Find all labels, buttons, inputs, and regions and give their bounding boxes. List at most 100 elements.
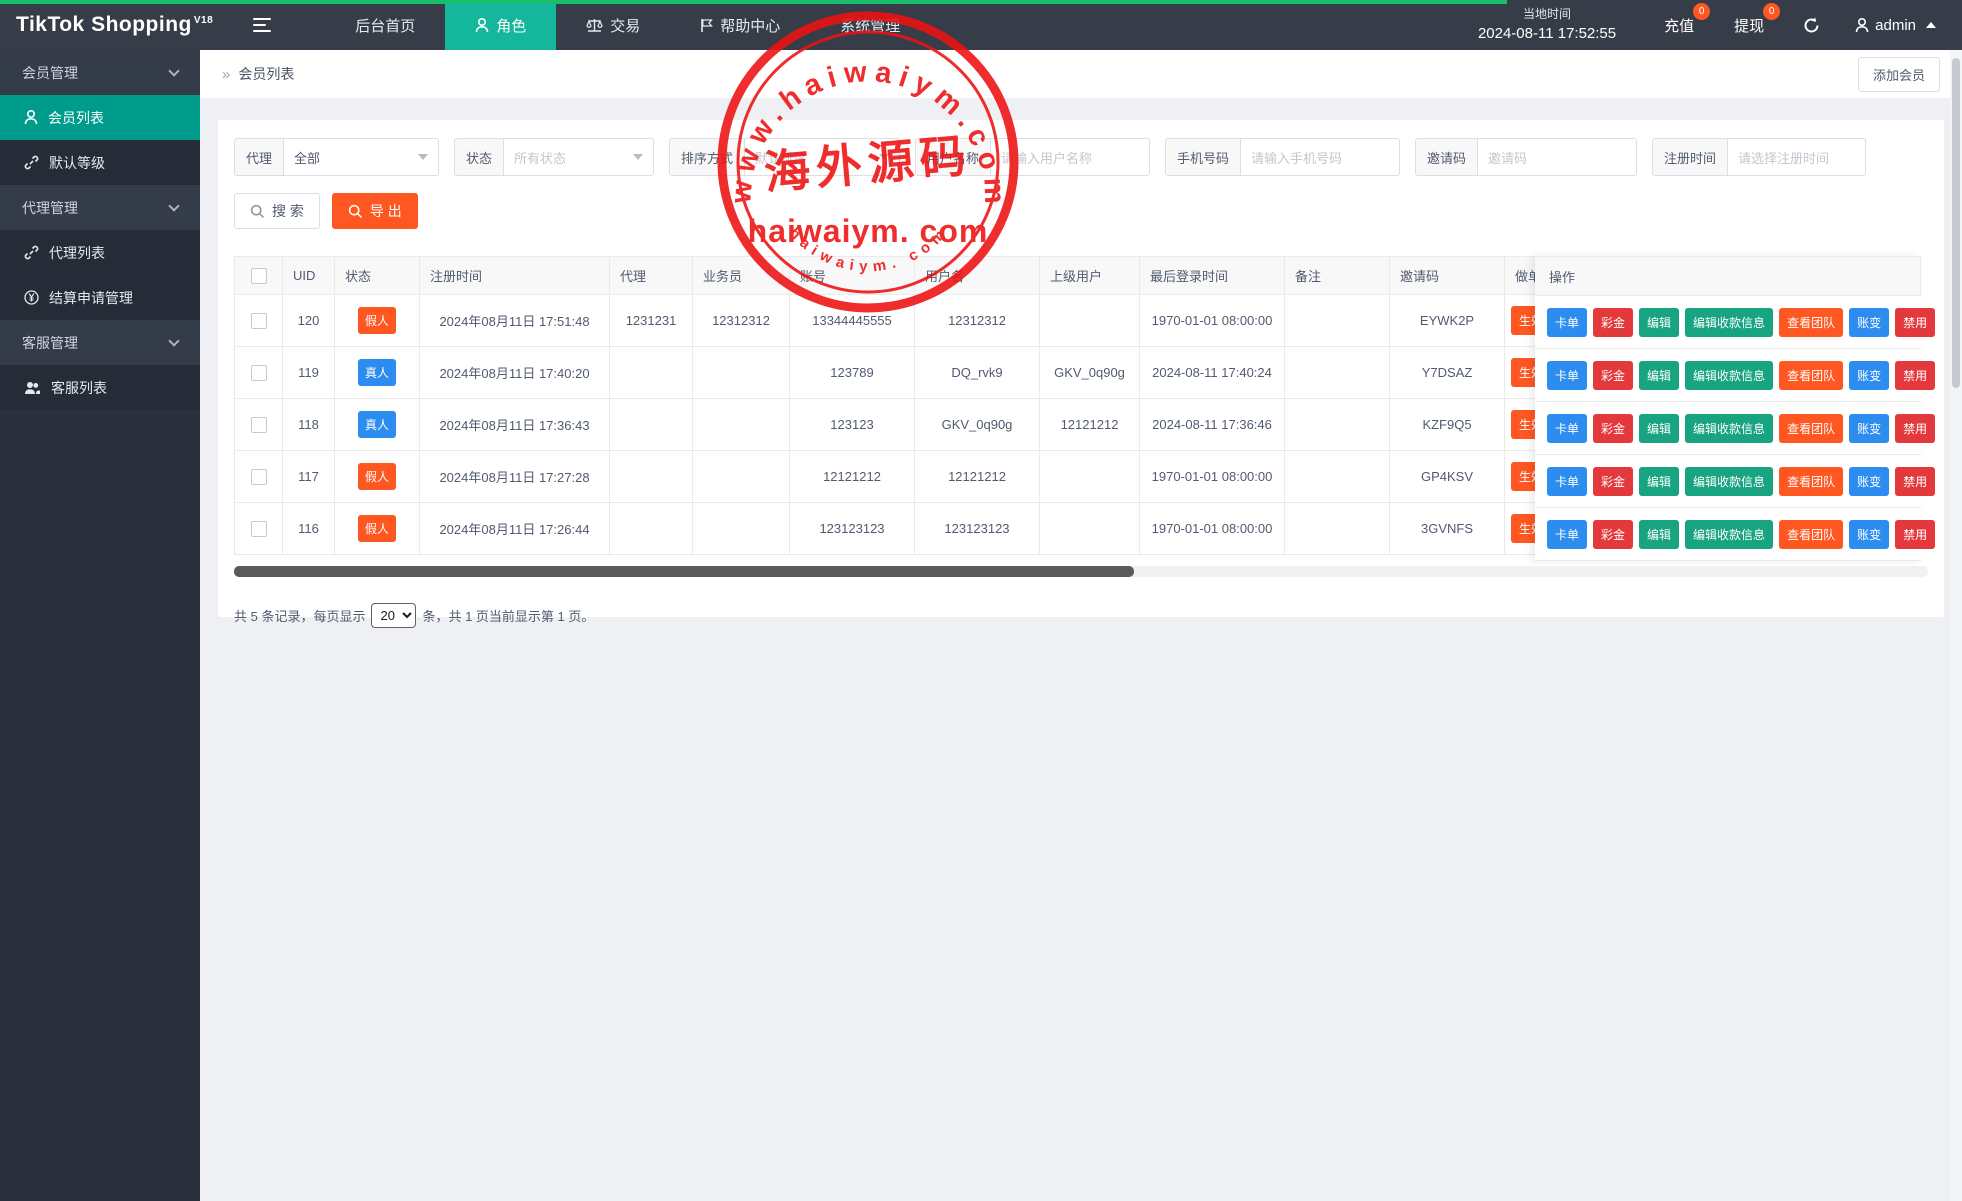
op-查看团队-button[interactable]: 查看团队 (1779, 414, 1843, 443)
row-checkbox[interactable] (251, 365, 267, 381)
op-编辑-button[interactable]: 编辑 (1639, 414, 1679, 443)
nav-item-system[interactable]: 系统管理 (810, 0, 930, 50)
horizontal-scrollbar-thumb[interactable] (234, 566, 1134, 577)
op-账变-button[interactable]: 账变 (1849, 467, 1889, 496)
pagination: 共 5 条记录，每页显示 20 条，共 1 页当前显示第 1 页。 (218, 577, 1944, 628)
op-编辑收款信息-button[interactable]: 编辑收款信息 (1685, 361, 1773, 390)
op-禁用-button[interactable]: 禁用 (1895, 308, 1935, 337)
add-member-button[interactable]: 添加会员 (1858, 57, 1940, 92)
op-查看团队-button[interactable]: 查看团队 (1779, 467, 1843, 496)
status-badge: 假人 (358, 515, 396, 542)
nav-item-help-center[interactable]: 帮助中心 (670, 0, 810, 50)
op-彩金-button[interactable]: 彩金 (1593, 467, 1633, 496)
op-账变-button[interactable]: 账变 (1849, 414, 1889, 443)
content-card: 代理 全部 状态 所有状态 排序方式 默认排序 用户名称 请输入用户名称 手机号… (218, 120, 1944, 617)
invite-code-cell: KZF9Q5 (1390, 399, 1505, 451)
sidebar-group-agent[interactable]: 代理管理 (0, 185, 200, 230)
row-checkbox[interactable] (251, 417, 267, 433)
reg-time-cell: 2024年08月11日 17:27:28 (420, 451, 610, 503)
op-查看团队-button[interactable]: 查看团队 (1779, 361, 1843, 390)
phone-input[interactable]: 请输入手机号码 (1240, 138, 1400, 176)
agent-select[interactable]: 全部 (283, 138, 439, 176)
agent-cell: 1231231 (610, 295, 693, 347)
op-账变-button[interactable]: 账变 (1849, 308, 1889, 337)
search-icon (348, 204, 363, 219)
op-编辑收款信息-button[interactable]: 编辑收款信息 (1685, 414, 1773, 443)
breadcrumb-bar: » 会员列表 添加会员 (200, 50, 1962, 98)
op-彩金-button[interactable]: 彩金 (1593, 308, 1633, 337)
op-禁用-button[interactable]: 禁用 (1895, 467, 1935, 496)
menu-toggle-icon[interactable] (239, 0, 285, 50)
op-账变-button[interactable]: 账变 (1849, 520, 1889, 549)
op-卡单-button[interactable]: 卡单 (1547, 520, 1587, 549)
op-编辑收款信息-button[interactable]: 编辑收款信息 (1685, 520, 1773, 549)
op-查看团队-button[interactable]: 查看团队 (1779, 308, 1843, 337)
invite-code-input[interactable]: 邀请码 (1477, 138, 1637, 176)
remark-cell (1285, 399, 1390, 451)
sidebar-item-default-level[interactable]: 默认等级 (0, 140, 200, 185)
salesman-cell (693, 347, 790, 399)
op-禁用-button[interactable]: 禁用 (1895, 361, 1935, 390)
salesman-cell (693, 503, 790, 555)
op-彩金-button[interactable]: 彩金 (1593, 520, 1633, 549)
select-caret-icon (418, 154, 428, 160)
person-icon (24, 110, 38, 125)
row-checkbox[interactable] (251, 521, 267, 537)
username-input[interactable]: 请输入用户名称 (990, 138, 1150, 176)
reg-time-input[interactable]: 请选择注册时间 (1727, 138, 1866, 176)
op-卡单-button[interactable]: 卡单 (1547, 308, 1587, 337)
remark-cell (1285, 503, 1390, 555)
status-badge: 假人 (358, 463, 396, 490)
sidebar-item-agent-list[interactable]: 代理列表 (0, 230, 200, 275)
select-all-checkbox[interactable] (251, 268, 267, 284)
op-编辑收款信息-button[interactable]: 编辑收款信息 (1685, 308, 1773, 337)
salesman-cell (693, 399, 790, 451)
withdraw-button[interactable]: 提现 0 (1734, 15, 1764, 36)
scale-icon (586, 18, 603, 33)
sidebar-item-service-list[interactable]: 客服列表 (0, 365, 200, 410)
filter-username: 用户名称 请输入用户名称 (915, 138, 1150, 176)
refresh-icon[interactable] (1802, 16, 1821, 35)
user-menu[interactable]: admin (1855, 17, 1936, 34)
sidebar-item-settlement[interactable]: 结算申请管理 (0, 275, 200, 320)
nav-item-dashboard[interactable]: 后台首页 (325, 0, 445, 50)
op-卡单-button[interactable]: 卡单 (1547, 414, 1587, 443)
vertical-scrollbar[interactable] (1950, 50, 1962, 1201)
horizontal-scrollbar[interactable] (234, 566, 1928, 577)
op-卡单-button[interactable]: 卡单 (1547, 467, 1587, 496)
op-编辑-button[interactable]: 编辑 (1639, 467, 1679, 496)
search-button[interactable]: 搜 索 (234, 193, 320, 229)
parent-user-cell (1040, 295, 1140, 347)
export-button[interactable]: 导 出 (332, 193, 418, 229)
op-禁用-button[interactable]: 禁用 (1895, 414, 1935, 443)
vertical-scrollbar-thumb[interactable] (1952, 58, 1960, 388)
op-编辑-button[interactable]: 编辑 (1639, 520, 1679, 549)
sidebar-group-service[interactable]: 客服管理 (0, 320, 200, 365)
flag-icon (700, 18, 713, 33)
parent-user-cell: GKV_0q90g (1040, 347, 1140, 399)
row-checkbox[interactable] (251, 313, 267, 329)
op-彩金-button[interactable]: 彩金 (1593, 414, 1633, 443)
op-账变-button[interactable]: 账变 (1849, 361, 1889, 390)
nav-item-trade[interactable]: 交易 (556, 0, 670, 50)
status-select[interactable]: 所有状态 (503, 138, 654, 176)
op-彩金-button[interactable]: 彩金 (1593, 361, 1633, 390)
op-卡单-button[interactable]: 卡单 (1547, 361, 1587, 390)
page-size-select[interactable]: 20 (371, 603, 416, 628)
account-cell: 12121212 (790, 451, 915, 503)
sidebar-item-member-list[interactable]: 会员列表 (0, 95, 200, 140)
op-查看团队-button[interactable]: 查看团队 (1779, 520, 1843, 549)
last-login-cell: 1970-01-01 08:00:00 (1140, 451, 1285, 503)
chevron-down-icon (168, 65, 179, 76)
op-禁用-button[interactable]: 禁用 (1895, 520, 1935, 549)
row-checkbox[interactable] (251, 469, 267, 485)
invite-code-cell: Y7DSAZ (1390, 347, 1505, 399)
op-编辑-button[interactable]: 编辑 (1639, 308, 1679, 337)
op-编辑收款信息-button[interactable]: 编辑收款信息 (1685, 467, 1773, 496)
recharge-button[interactable]: 充值 0 (1664, 15, 1694, 36)
sort-select[interactable]: 默认排序 (744, 138, 900, 176)
nav-item-roles[interactable]: 角色 (445, 0, 556, 50)
op-编辑-button[interactable]: 编辑 (1639, 361, 1679, 390)
sidebar-group-member[interactable]: 会员管理 (0, 50, 200, 95)
pagination-prefix: 共 5 条记录，每页显示 (234, 606, 365, 625)
